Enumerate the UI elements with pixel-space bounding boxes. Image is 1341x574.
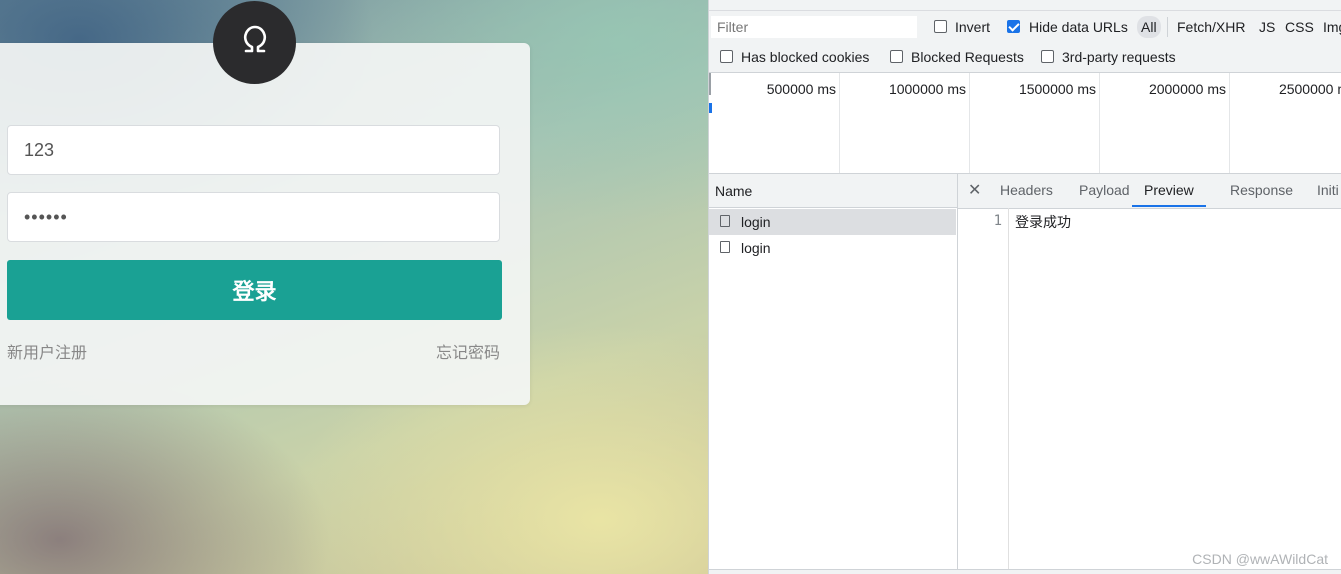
timeline-gridline: [1099, 73, 1100, 173]
register-link[interactable]: 新用户注册: [7, 339, 87, 363]
type-filter-all[interactable]: All: [1137, 16, 1161, 38]
line-number-gutter: 1: [958, 208, 1009, 574]
timeline-tick-label: 2000000 ms: [1148, 81, 1226, 97]
document-icon: [720, 241, 730, 253]
hide-data-urls-label: Hide data URLs: [1029, 19, 1128, 35]
timeline-request-marker: [709, 103, 712, 113]
document-icon: [720, 215, 730, 227]
devtools-toolbar: [709, 0, 1341, 11]
timeline-gridline: [1229, 73, 1230, 173]
has-blocked-cookies-checkbox[interactable]: [720, 50, 733, 63]
tab-payload[interactable]: Payload: [1079, 174, 1130, 207]
request-detail-panel: ✕ Headers Payload Preview Response Initi…: [958, 174, 1341, 574]
request-options-bar: Has blocked cookies Blocked Requests 3rd…: [709, 42, 1341, 73]
timeline-tick-label: 2500000 ms: [1278, 81, 1341, 97]
devtools-network-panel: Filter Invert Hide data URLs All Fetch/X…: [708, 0, 1341, 574]
type-filter-js[interactable]: JS: [1259, 16, 1275, 38]
blocked-requests-label: Blocked Requests: [911, 49, 1024, 65]
close-icon[interactable]: ✕: [968, 174, 981, 207]
third-party-requests-checkbox[interactable]: [1041, 50, 1054, 63]
divider: [1167, 17, 1168, 37]
omega-icon: [235, 20, 275, 65]
timeline-tick-label: 1500000 ms: [1018, 81, 1096, 97]
third-party-requests-label: 3rd-party requests: [1062, 49, 1176, 65]
request-name: login: [741, 240, 771, 256]
tab-initiator[interactable]: Initi: [1317, 174, 1339, 207]
timeline-tick-label: 500000 ms: [766, 81, 836, 97]
preview-content: 登录成功: [1015, 214, 1071, 230]
bottom-border: [709, 569, 1341, 574]
name-column-header[interactable]: Name: [709, 174, 957, 208]
type-filter-img[interactable]: Img: [1323, 16, 1341, 38]
avatar: [213, 1, 296, 84]
invert-label: Invert: [955, 19, 991, 35]
timeline-gridline: [839, 73, 840, 173]
type-filter-css[interactable]: CSS: [1285, 16, 1314, 38]
detail-tabs: ✕ Headers Payload Preview Response Initi: [958, 174, 1341, 209]
filter-bar: Filter Invert Hide data URLs All Fetch/X…: [709, 11, 1341, 42]
invert-checkbox[interactable]: [934, 20, 947, 33]
request-list: Name login login: [709, 174, 958, 574]
timeline-tick-label: 1000000 ms: [888, 81, 966, 97]
line-number: 1: [993, 213, 1002, 229]
type-filter-fetch-xhr[interactable]: Fetch/XHR: [1177, 16, 1245, 38]
tab-preview[interactable]: Preview: [1132, 174, 1206, 207]
timeline-gridline: [969, 73, 970, 173]
timeline-cursor: [709, 73, 711, 95]
watermark: CSDN @wwAWildCat: [1192, 551, 1328, 567]
request-row[interactable]: login: [709, 235, 956, 261]
tab-headers[interactable]: Headers: [1000, 174, 1053, 207]
forgot-password-link[interactable]: 忘记密码: [436, 339, 500, 363]
request-name: login: [741, 214, 771, 230]
tab-response[interactable]: Response: [1230, 174, 1293, 207]
login-button[interactable]: 登录: [7, 260, 502, 320]
password-field[interactable]: ••••••: [7, 192, 500, 242]
username-field[interactable]: 123: [7, 125, 500, 175]
network-timeline[interactable]: 500000 ms 1000000 ms 1500000 ms 2000000 …: [709, 73, 1341, 174]
request-row[interactable]: login: [709, 209, 956, 235]
hide-data-urls-checkbox[interactable]: [1007, 20, 1020, 33]
filter-input[interactable]: Filter: [711, 16, 917, 38]
has-blocked-cookies-label: Has blocked cookies: [741, 49, 870, 65]
login-page: 123 •••••• 登录 新用户注册 忘记密码: [0, 0, 708, 574]
blocked-requests-checkbox[interactable]: [890, 50, 903, 63]
